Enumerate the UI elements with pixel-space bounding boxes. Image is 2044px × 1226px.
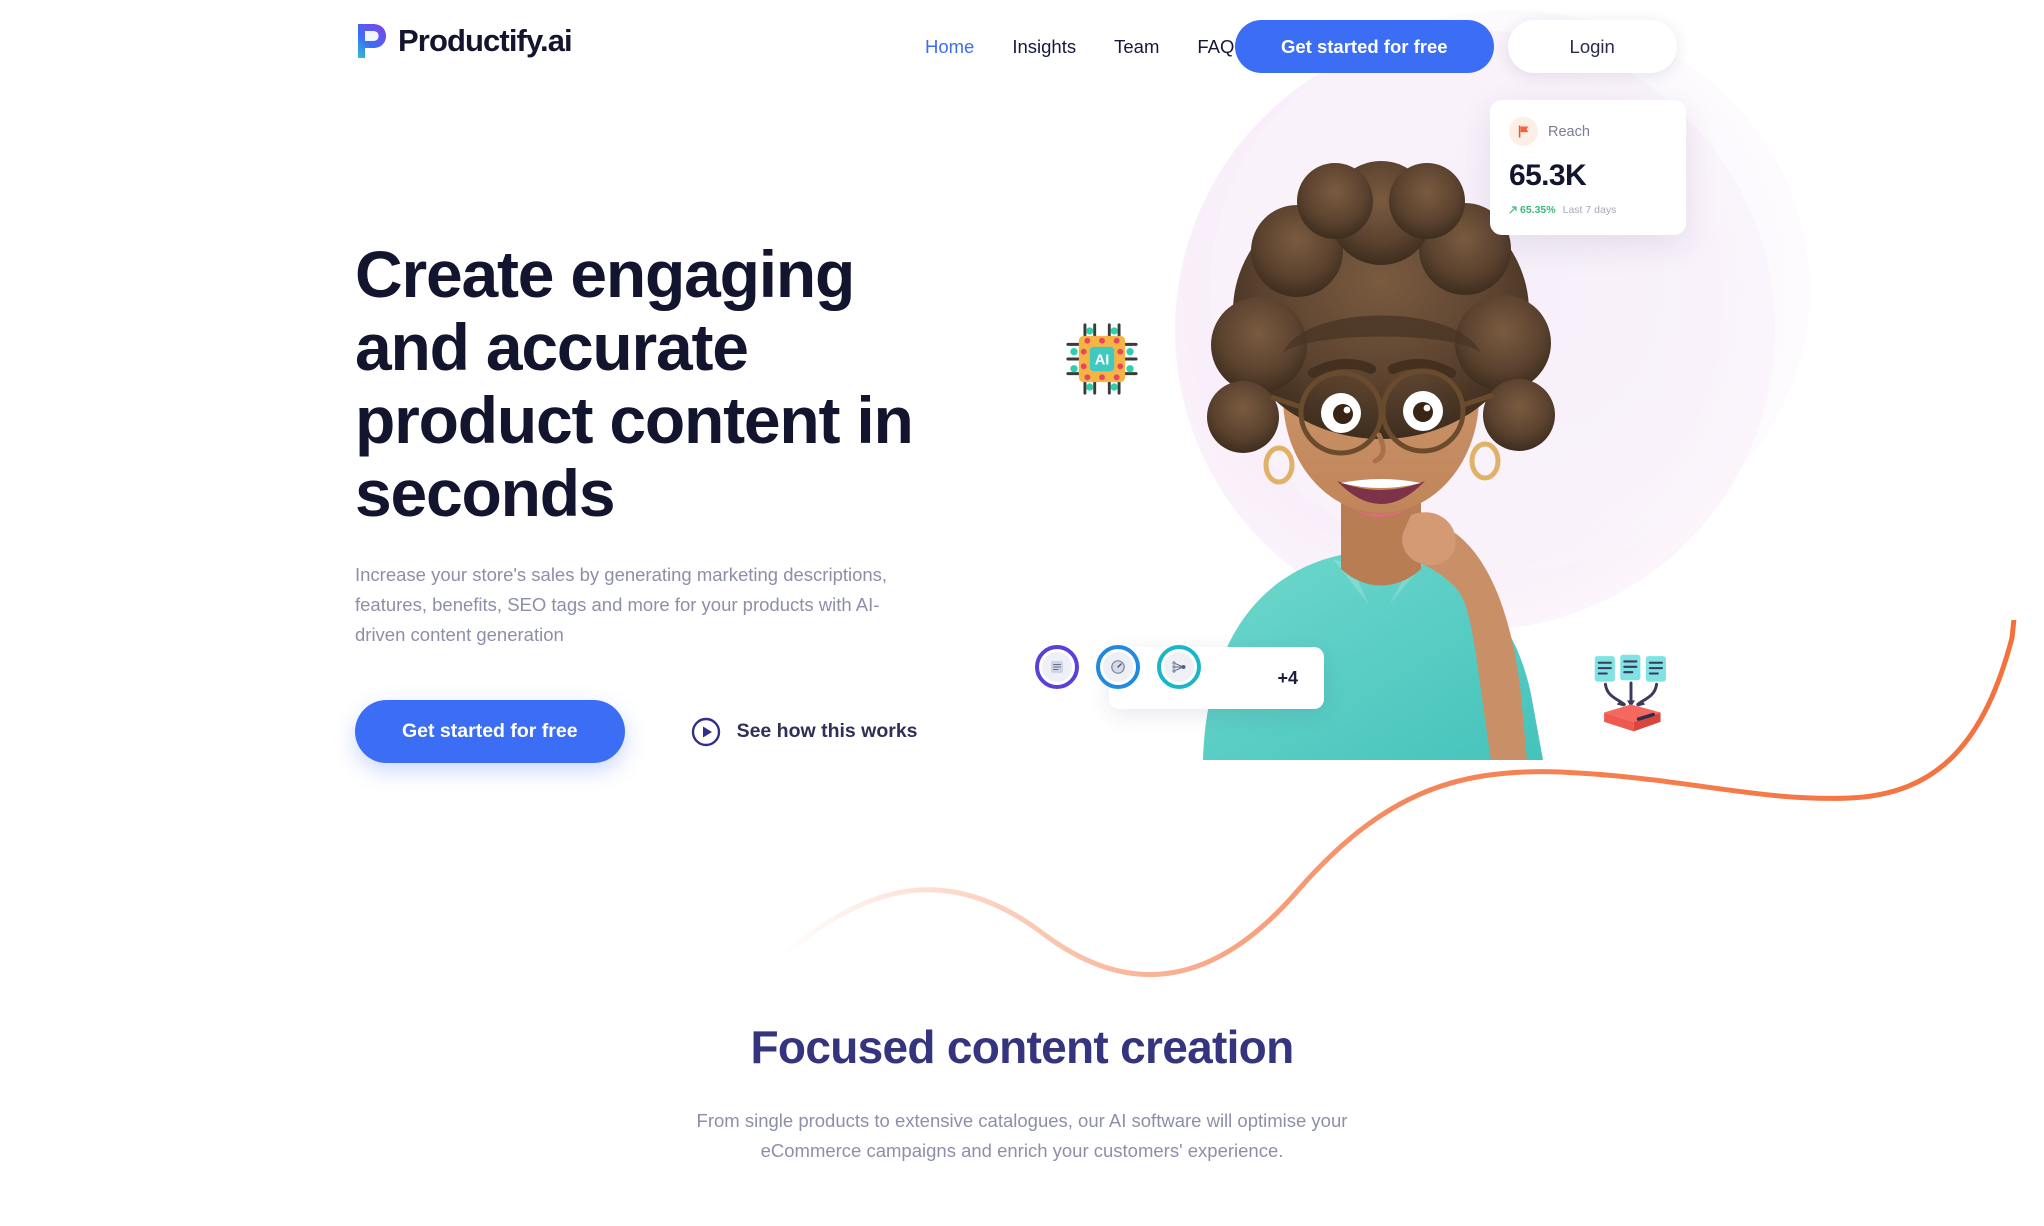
focused-content-section: Focused content creation From single pro… <box>0 1020 2044 1166</box>
orange-flag-icon <box>1509 117 1538 146</box>
nav-item-faq[interactable]: FAQ <box>1197 36 1234 58</box>
hero-headline: Create engaging and accurate product con… <box>355 237 914 530</box>
hero-get-started-button[interactable]: Get started for free <box>355 700 625 764</box>
avatar[interactable] <box>1157 645 1201 689</box>
svg-text:AI: AI <box>1095 352 1110 368</box>
avatar[interactable] <box>1096 645 1140 689</box>
see-how-this-works-link[interactable]: See how this works <box>691 717 918 747</box>
network-nodes-icon <box>1172 661 1186 673</box>
hero-content: Create engaging and accurate product con… <box>355 237 975 764</box>
header-get-started-button[interactable]: Get started for free <box>1235 20 1494 73</box>
stat-card-header: Reach <box>1509 117 1667 146</box>
section-subtitle: From single products to extensive catalo… <box>696 1110 1348 1162</box>
main-navigation: Home Insights Team FAQ <box>925 36 1234 58</box>
header-actions: Get started for free Login <box>1235 20 1677 73</box>
productify-p-logo-icon <box>358 24 386 58</box>
nav-item-team[interactable]: Team <box>1114 36 1159 58</box>
site-header: Productify.ai Home Insights Team FAQ Get… <box>0 0 2044 98</box>
stat-delta: 65.35% <box>1509 204 1556 216</box>
gauge-icon <box>1111 660 1125 674</box>
avatar-cluster: +4 <box>1035 645 1324 709</box>
stat-period: Last 7 days <box>1562 204 1617 216</box>
reach-stat-card: Reach 65.3K 65.35% Last 7 days <box>1490 100 1686 235</box>
see-how-this-works-label: See how this works <box>736 720 918 743</box>
avatar-image-placeholder <box>1103 652 1133 682</box>
brand-logo[interactable]: Productify.ai <box>353 22 573 60</box>
stat-card-label: Reach <box>1548 123 1590 140</box>
section-title: Focused content creation <box>750 1021 1295 1073</box>
avatar-more-count: +4 <box>1277 667 1298 688</box>
trend-up-arrow-icon <box>1509 206 1517 214</box>
stat-card-value: 65.3K <box>1509 159 1587 192</box>
ai-chip-icon: AI <box>1066 323 1138 395</box>
nav-item-home[interactable]: Home <box>925 36 974 58</box>
hero-cta-row: Get started for free See how this works <box>355 700 975 764</box>
hero-visual-area: Reach 65.3K 65.35% Last 7 days AI +4 <box>0 0 2044 800</box>
avatar-image-placeholder <box>1164 652 1194 682</box>
play-circle-icon <box>691 717 720 746</box>
documents-to-database-icon <box>1594 654 1666 732</box>
brand-name: Productify.ai <box>398 23 573 58</box>
stat-delta-value: 65.35% <box>1520 204 1556 216</box>
stat-card-footer: 65.35% Last 7 days <box>1509 204 1667 216</box>
avatar[interactable] <box>1035 645 1079 689</box>
document-lines-icon <box>1051 661 1063 673</box>
login-button[interactable]: Login <box>1507 20 1677 73</box>
avatar-overflow-pill[interactable]: +4 <box>1109 647 1324 709</box>
avatar-image-placeholder <box>1042 652 1072 682</box>
nav-item-insights[interactable]: Insights <box>1012 36 1076 58</box>
hero-subtitle: Increase your store's sales by generatin… <box>355 563 888 645</box>
